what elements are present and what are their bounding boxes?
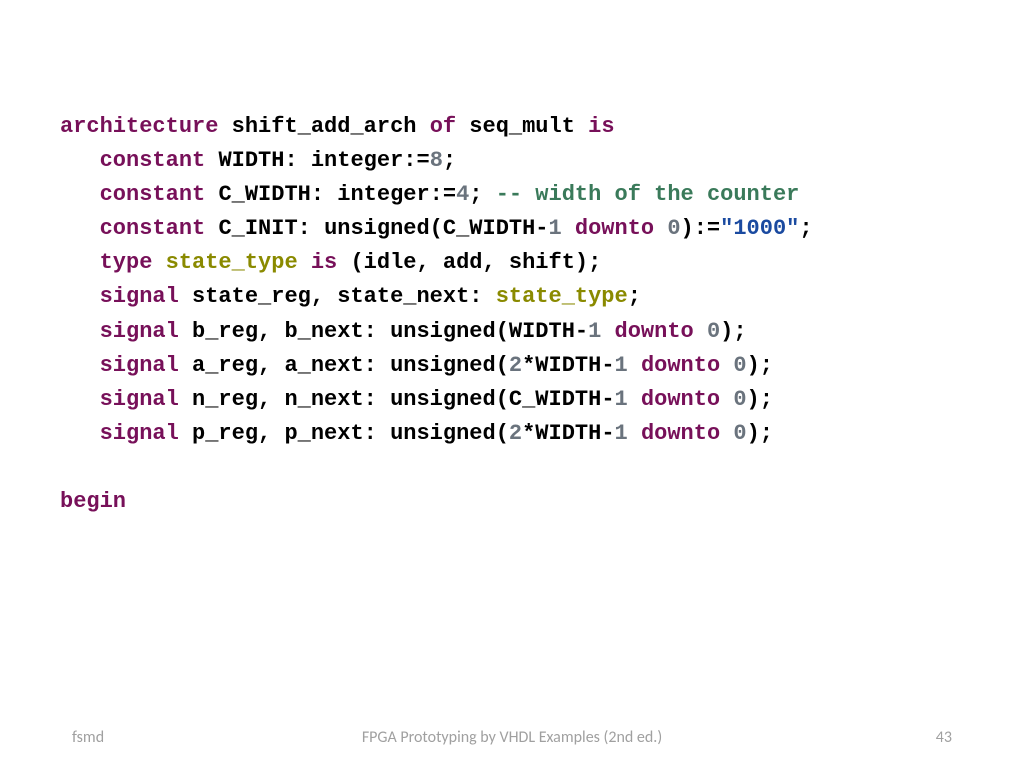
kw-signal: signal bbox=[100, 353, 179, 378]
footer-left: fsmd bbox=[72, 728, 104, 747]
kw-signal: signal bbox=[100, 319, 179, 344]
num-0: 0 bbox=[707, 319, 720, 344]
typ-unsigned: unsigned(C_WIDTH- bbox=[324, 216, 548, 241]
num-4: 4 bbox=[456, 182, 469, 207]
close-paren: ); bbox=[720, 319, 746, 344]
typ-unsigned: unsigned(WIDTH- bbox=[390, 319, 588, 344]
sig-state: state_reg, state_next: bbox=[192, 284, 482, 309]
footer-center: FPGA Prototyping by VHDL Examples (2nd e… bbox=[0, 728, 1024, 747]
kw-signal: signal bbox=[100, 387, 179, 412]
kw-constant: constant bbox=[100, 182, 206, 207]
num-0: 0 bbox=[667, 216, 680, 241]
num-1: 1 bbox=[615, 421, 628, 446]
kw-of: of bbox=[430, 114, 456, 139]
semi: ; bbox=[443, 148, 456, 173]
enum-values: (idle, add, shift); bbox=[350, 250, 601, 275]
kw-downto: downto bbox=[641, 387, 720, 412]
footer-page-number: 43 bbox=[936, 728, 952, 747]
typ-integer: integer:= bbox=[311, 148, 430, 173]
semi: ; bbox=[628, 284, 641, 309]
sig-n: n_reg, n_next: bbox=[192, 387, 377, 412]
num-8: 8 bbox=[430, 148, 443, 173]
kw-is: is bbox=[588, 114, 614, 139]
str-1000: "1000" bbox=[720, 216, 799, 241]
typ-integer: integer:= bbox=[337, 182, 456, 207]
typ-unsigned: unsigned( bbox=[390, 421, 509, 446]
type-state: state_type bbox=[496, 284, 628, 309]
const-width: WIDTH: bbox=[218, 148, 297, 173]
kw-downto: downto bbox=[575, 216, 654, 241]
semi: ; bbox=[799, 216, 812, 241]
kw-constant: constant bbox=[100, 148, 206, 173]
typ-unsigned: unsigned(C_WIDTH- bbox=[390, 387, 614, 412]
num-0: 0 bbox=[733, 353, 746, 378]
const-cwidth: C_WIDTH: bbox=[218, 182, 324, 207]
comment-counter: -- width of the counter bbox=[496, 182, 800, 207]
sig-p: p_reg, p_next: bbox=[192, 421, 377, 446]
code-block: architecture shift_add_arch of seq_mult … bbox=[60, 110, 964, 519]
typ-unsigned: unsigned( bbox=[390, 353, 509, 378]
kw-constant: constant bbox=[100, 216, 206, 241]
num-0: 0 bbox=[733, 421, 746, 446]
semi: ; bbox=[469, 182, 482, 207]
sig-a: a_reg, a_next: bbox=[192, 353, 377, 378]
entity-name: seq_mult bbox=[469, 114, 575, 139]
kw-architecture: architecture bbox=[60, 114, 218, 139]
close-paren: ); bbox=[747, 353, 773, 378]
close-paren: ):= bbox=[681, 216, 721, 241]
sig-b: b_reg, b_next: bbox=[192, 319, 377, 344]
num-1: 1 bbox=[615, 353, 628, 378]
kw-is: is bbox=[311, 250, 337, 275]
num-1: 1 bbox=[615, 387, 628, 412]
num-1: 1 bbox=[549, 216, 562, 241]
const-cinit: C_INIT: bbox=[218, 216, 310, 241]
mid-width: *WIDTH- bbox=[522, 353, 614, 378]
kw-signal: signal bbox=[100, 284, 179, 309]
kw-signal: signal bbox=[100, 421, 179, 446]
close-paren: ); bbox=[747, 387, 773, 412]
kw-downto: downto bbox=[615, 319, 694, 344]
slide-body: architecture shift_add_arch of seq_mult … bbox=[0, 0, 1024, 519]
mid-width: *WIDTH- bbox=[522, 421, 614, 446]
type-state: state_type bbox=[166, 250, 298, 275]
kw-downto: downto bbox=[641, 353, 720, 378]
num-0: 0 bbox=[733, 387, 746, 412]
arch-name: shift_add_arch bbox=[232, 114, 417, 139]
kw-type: type bbox=[100, 250, 153, 275]
kw-begin: begin bbox=[60, 489, 126, 514]
num-2: 2 bbox=[509, 421, 522, 446]
num-1: 1 bbox=[588, 319, 601, 344]
kw-downto: downto bbox=[641, 421, 720, 446]
num-2: 2 bbox=[509, 353, 522, 378]
close-paren: ); bbox=[747, 421, 773, 446]
